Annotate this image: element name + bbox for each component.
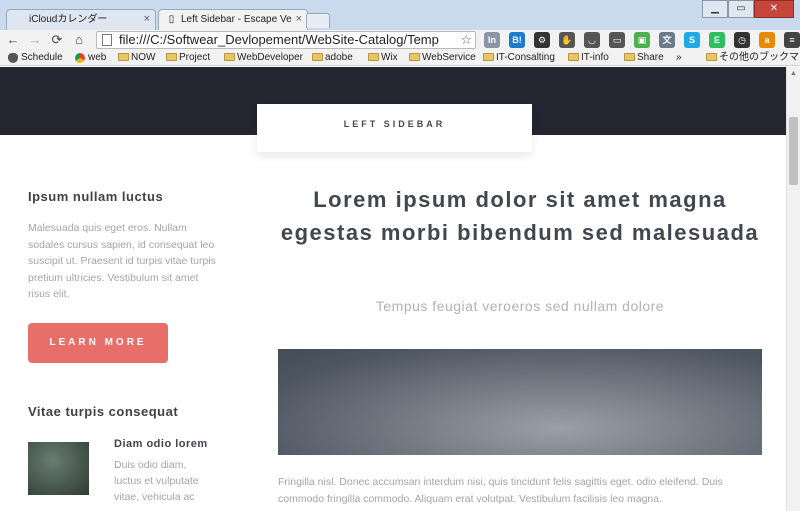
green-app-icon[interactable]: ▣ <box>634 32 650 48</box>
tab-close-icon[interactable]: × <box>144 10 150 29</box>
folder-icon <box>409 53 420 61</box>
scrollbar-thumb[interactable] <box>789 117 798 185</box>
banner-image <box>278 349 762 455</box>
bookmark-label: Wix <box>381 52 398 63</box>
home-icon[interactable]: ⌂ <box>70 31 88 49</box>
bookmark-label: IT-Consalting <box>496 52 555 63</box>
translate-icon[interactable]: 文 <box>659 32 675 48</box>
bookmark-label: web <box>88 52 107 63</box>
browser-titlebar: iCloudカレンダー × ▯ Left Sidebar - Escape Ve… <box>0 0 800 30</box>
amazon-icon[interactable]: a <box>759 32 775 48</box>
folder-icon <box>568 53 579 61</box>
bookmark-web[interactable]: web <box>75 50 106 65</box>
bookmark-webdeveloper[interactable]: WebDeveloper <box>224 50 303 65</box>
address-bar[interactable]: file:///C:/Softwear_Devlopement/WebSite-… <box>96 31 476 49</box>
bookmark-label: その他のブックマーク <box>719 52 800 63</box>
folder-icon <box>706 53 717 61</box>
bookmark-label: WebService <box>422 52 476 63</box>
bookmark-star-icon[interactable]: ☆ <box>460 32 472 48</box>
minimize-button[interactable]: ▁ <box>702 0 728 18</box>
skype-icon[interactable]: S <box>684 32 700 48</box>
stamp-icon[interactable]: ✋ <box>559 32 575 48</box>
item-thumbnail-image[interactable] <box>28 442 89 495</box>
forward-arrow-icon[interactable]: → <box>26 31 44 49</box>
ext-box-icon[interactable]: In <box>484 32 500 48</box>
tablet-icon[interactable]: ▭ <box>609 32 625 48</box>
browser-toolbar: ← → ⟳ ⌂ file:///C:/Softwear_Devlopement/… <box>0 30 800 50</box>
pocket-icon[interactable]: ◡ <box>584 32 600 48</box>
bookmarks-bar: Schedule web NOW Project WebDeveloper adobe Wi… <box>0 50 800 66</box>
bookmark-label: IT-info <box>581 52 609 63</box>
main-subheading: Tempus feugiat veroeros sed nullam dolor… <box>375 298 665 314</box>
folder-icon <box>368 53 379 61</box>
sidebar-section-text: Malesuada quis eget eros. Nullam sodales… <box>28 222 216 300</box>
bookmark-label: adobe <box>325 52 353 63</box>
apple-icon <box>8 53 18 63</box>
bookmark-it-info[interactable]: IT-info <box>568 50 609 65</box>
folder-icon <box>166 53 177 61</box>
clock-icon[interactable]: ◷ <box>734 32 750 48</box>
sidebar-section-title: Ipsum nullam luctus <box>28 189 164 204</box>
evernote-icon[interactable]: E <box>709 32 725 48</box>
header-title-tab: LEFT SIDEBAR <box>257 104 532 152</box>
apple-icon <box>14 14 25 25</box>
bookmark-label: Schedule <box>21 52 63 63</box>
page-icon: ▯ <box>168 14 175 25</box>
folder-icon <box>624 53 635 61</box>
folder-icon <box>118 53 129 61</box>
scroll-up-arrow-icon[interactable]: ▲ <box>787 67 800 80</box>
item-text: Duis odio diam, luctus et vulputate vita… <box>114 459 199 503</box>
hatena-bookmark-icon[interactable]: B! <box>509 32 525 48</box>
folder-icon <box>224 53 235 61</box>
file-icon <box>102 34 112 46</box>
bookmark-label: NOW <box>131 52 156 63</box>
tab-label: Left Sidebar - Escape Ve <box>181 14 292 25</box>
main-paragraph: Fringilla nisl. Donec accumsan interdum … <box>278 476 723 505</box>
bookmark-now[interactable]: NOW <box>118 50 155 65</box>
bookmark-label: WebDeveloper <box>237 52 303 63</box>
back-arrow-icon[interactable]: ← <box>4 31 22 49</box>
tab-label: iCloudカレンダー <box>29 14 108 25</box>
close-window-button[interactable]: ✕ <box>754 0 794 18</box>
vertical-scrollbar[interactable]: ▲ <box>786 67 800 511</box>
main-heading: Lorem ipsum dolor sit amet magna egestas… <box>280 187 760 245</box>
folder-icon <box>312 53 323 61</box>
bookmarks-overflow-chevron[interactable]: » <box>676 50 682 65</box>
item-title[interactable]: Diam odio lorem <box>114 438 208 450</box>
bookmark-schedule[interactable]: Schedule <box>8 50 63 65</box>
new-tab-button[interactable] <box>306 13 330 28</box>
reload-icon[interactable]: ⟳ <box>48 31 66 49</box>
bookmark-project[interactable]: Project <box>166 50 210 65</box>
url-text: file:///C:/Softwear_Devlopement/WebSite-… <box>119 32 439 47</box>
tab-icloud-calendar[interactable]: iCloudカレンダー × <box>6 9 156 30</box>
bookmark-webservice[interactable]: WebService <box>409 50 476 65</box>
chrome-icon <box>75 53 85 63</box>
bookmark-wix[interactable]: Wix <box>368 50 398 65</box>
bookmark-it-consalting[interactable]: IT-Consalting <box>483 50 555 65</box>
bookmark-adobe[interactable]: adobe <box>312 50 353 65</box>
extension-icons: In B! ⚙ ✋ ◡ ▭ ▣ 文 S E ◷ a ≡ <box>484 32 800 48</box>
bookmark-label: Share <box>637 52 664 63</box>
folder-icon <box>483 53 494 61</box>
tab-left-sidebar[interactable]: ▯ Left Sidebar - Escape Ve × <box>158 9 308 30</box>
maximize-button[interactable]: ▭ <box>728 0 754 18</box>
page-title: LEFT SIDEBAR <box>343 119 446 129</box>
window-controls: ▁ ▭ ✕ <box>702 0 794 18</box>
bookmark-label: Project <box>179 52 211 63</box>
other-bookmarks[interactable]: その他のブックマーク <box>706 50 800 65</box>
settings-gear-icon[interactable]: ⚙ <box>534 32 550 48</box>
page-viewport: LEFT SIDEBAR Ipsum nullam luctus Malesua… <box>0 67 786 511</box>
menu-icon[interactable]: ≡ <box>784 32 800 48</box>
bookmark-share[interactable]: Share <box>624 50 664 65</box>
learn-more-button[interactable]: LEARN MORE <box>28 323 168 363</box>
sidebar-section-title: Vitae turpis consequat <box>28 404 179 419</box>
tab-close-icon[interactable]: × <box>296 10 302 29</box>
